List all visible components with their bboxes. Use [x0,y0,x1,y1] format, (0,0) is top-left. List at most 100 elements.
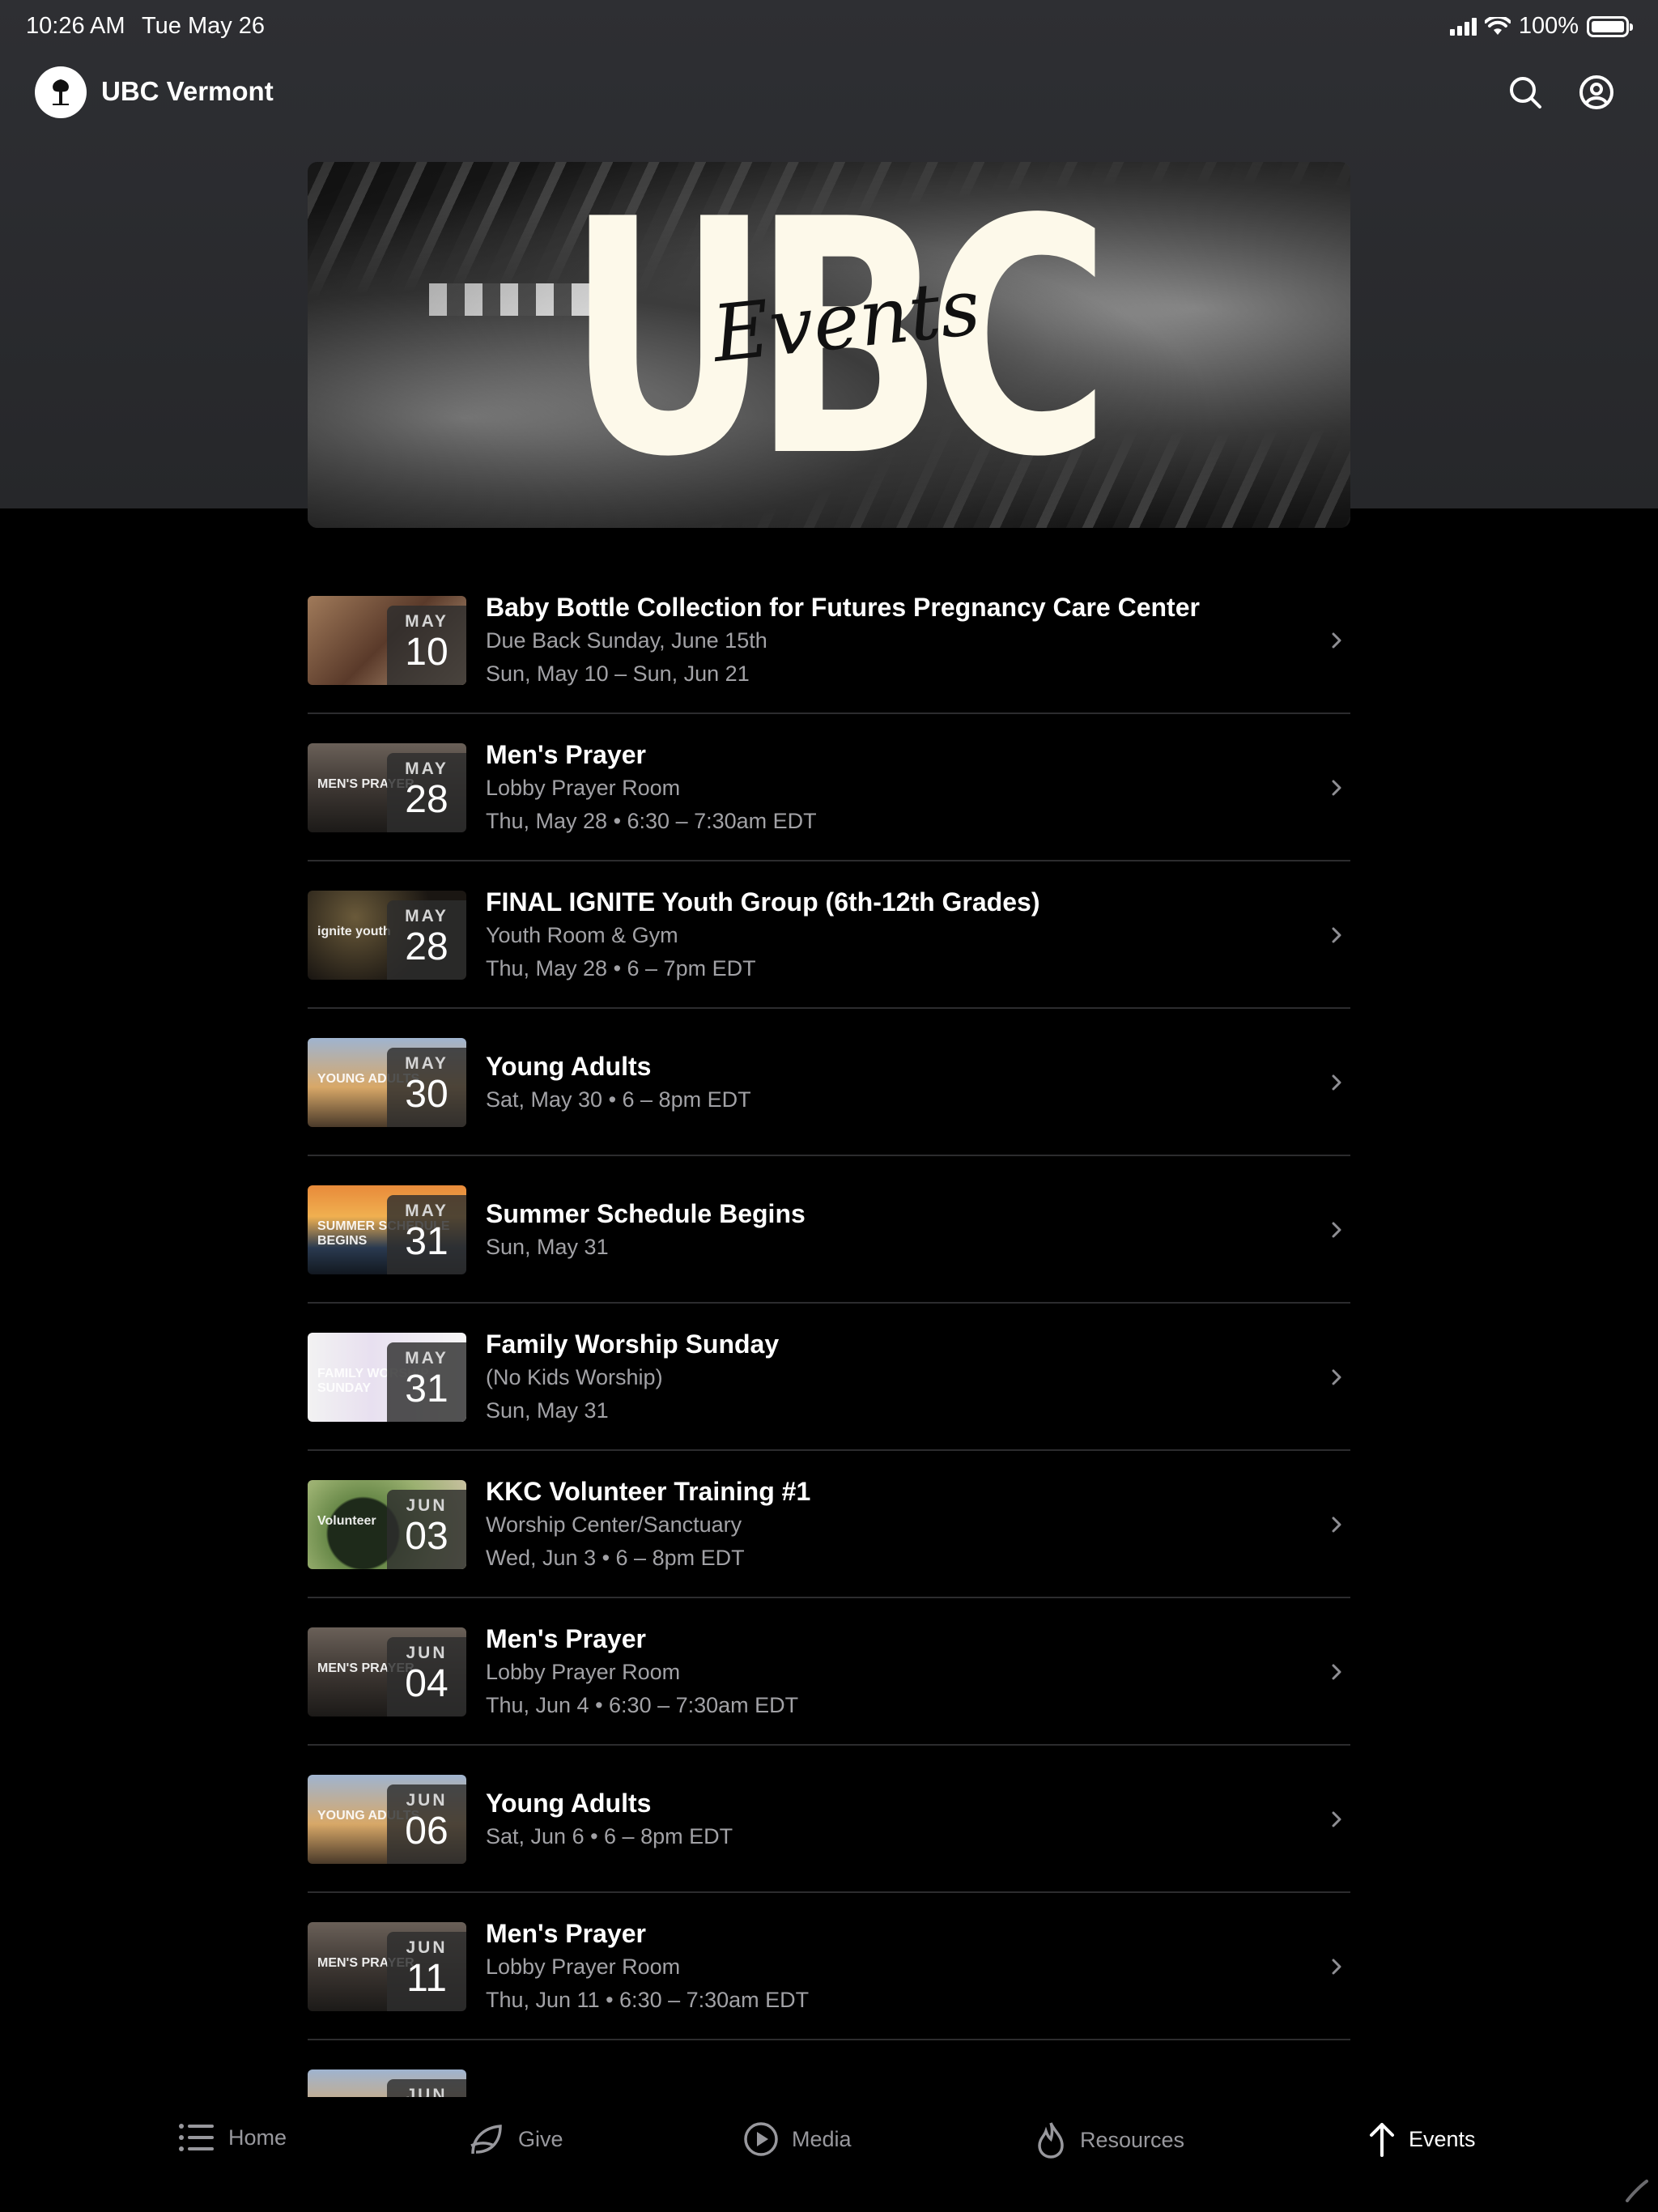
event-row[interactable]: ignite youth MAY 28 FINAL IGNITE Youth G… [308,861,1350,1009]
event-text: FINAL IGNITE Youth Group (6th-12th Grade… [486,885,1302,985]
status-indicators: 100% [1449,13,1633,40]
church-logo[interactable] [35,66,87,118]
cellular-signal-icon [1449,17,1477,36]
date-day: 31 [405,1220,449,1263]
event-thumbnail: YOUNG ADULTS JUN 06 [308,1775,466,1864]
event-detail-line: Sat, May 30 • 6 – 8pm EDT [486,1087,751,1112]
resize-handle-icon [1626,2180,1648,2202]
date-month: MAY [405,1202,449,1220]
search-icon [1510,77,1541,108]
date-badge: JUN 03 [387,1490,466,1569]
event-row[interactable]: MEN'S PRAYER JUN 11 Men's Prayer Lobby P… [308,1893,1350,2040]
event-row[interactable]: SUMMER SCHEDULE BEGINS MAY 31 Summer Sch… [308,1156,1350,1304]
event-thumbnail: MEN'S PRAYER JUN 11 [308,1922,466,2011]
event-text: Summer Schedule Begins Sun, May 31 [486,1197,1302,1264]
event-thumbnail: MAY 10 [308,596,466,685]
event-thumbnail: SUMMER SCHEDULE BEGINS MAY 31 [308,1185,466,1274]
event-row[interactable]: MAY 10 Baby Bottle Collection for Future… [308,567,1350,714]
chevron-right-icon [1332,1222,1341,1238]
event-detail-line: Due Back Sunday, June 15th [486,628,767,653]
date-month: JUN [406,1644,448,1662]
user-circle-icon [1579,75,1613,109]
event-detail-line: Lobby Prayer Room [486,776,681,800]
event-title: Men's Prayer [486,1919,646,1948]
battery-percent: 100% [1518,13,1579,39]
event-row[interactable]: FAMILY WORSHIP SUNDAY MAY 31 Family Wors… [308,1304,1350,1451]
date-day: 30 [405,1073,449,1116]
thumb-caption: Volunteer [317,1514,376,1528]
event-detail-line: Lobby Prayer Room [486,1955,681,1979]
date-day: 31 [405,1368,449,1410]
chevron-right-icon [1332,780,1341,796]
date-day: 28 [405,778,449,821]
date-day: 06 [405,1810,449,1853]
event-detail-line: Thu, Jun 4 • 6:30 – 7:30am EDT [486,1693,799,1717]
event-title: Young Adults [486,1052,652,1081]
chevron-right-icon [1332,632,1341,649]
event-text: Baby Bottle Collection for Futures Pregn… [486,590,1302,691]
date-day: 04 [405,1662,449,1705]
event-title: Summer Schedule Begins [486,1199,806,1228]
event-detail-line: Sun, May 10 – Sun, Jun 21 [486,661,750,686]
event-detail-line: Sat, Jun 6 • 6 – 8pm EDT [486,1824,733,1848]
date-day: 28 [405,925,449,968]
event-list: MAY 10 Baby Bottle Collection for Future… [308,567,1350,2188]
event-thumbnail: FAMILY WORSHIP SUNDAY MAY 31 [308,1333,466,1422]
event-text: Young Adults Sat, Jun 6 • 6 – 8pm EDT [486,1786,1302,1853]
date-month: JUN [406,1496,448,1515]
search-button[interactable] [1503,70,1548,115]
event-title: Men's Prayer [486,740,646,769]
event-title: Baby Bottle Collection for Futures Pregn… [486,593,1200,622]
event-title: KKC Volunteer Training #1 [486,1477,811,1506]
event-detail-line: Thu, Jun 11 • 6:30 – 7:30am EDT [486,1988,810,2012]
event-thumbnail: Volunteer JUN 03 [308,1480,466,1569]
event-detail-line: Sun, May 31 [486,1398,609,1423]
date-badge: MAY 10 [387,606,466,685]
date-month: MAY [405,612,449,631]
event-thumbnail: ignite youth MAY 28 [308,891,466,980]
tab-resources-label: Resources [1080,2127,1185,2152]
date-month: MAY [405,1054,449,1073]
tab-home[interactable]: Home [178,2121,287,2154]
date-month: MAY [405,907,449,925]
list-icon [179,2124,214,2151]
event-text: Family Worship Sunday (No Kids Worship) S… [486,1327,1302,1427]
event-title: Men's Prayer [486,1624,646,1653]
tab-give-label: Give [518,2126,563,2151]
event-title: Family Worship Sunday [486,1329,780,1359]
date-month: MAY [405,1349,449,1368]
chevron-right-icon [1332,1811,1341,1827]
event-detail-line: Lobby Prayer Room [486,1660,681,1684]
event-row[interactable]: MEN'S PRAYER MAY 28 Men's Prayer Lobby P… [308,714,1350,861]
event-thumbnail: YOUNG ADULTS MAY 30 [308,1038,466,1127]
give-leaf-icon [470,2125,502,2155]
profile-button[interactable] [1574,70,1619,115]
event-row[interactable]: MEN'S PRAYER JUN 04 Men's Prayer Lobby P… [308,1598,1350,1746]
chevron-right-icon [1332,1074,1341,1091]
battery-icon [1587,15,1633,37]
app-title: UBC Vermont [101,76,274,106]
event-row[interactable]: YOUNG ADULTS MAY 30 Young Adults Sat, Ma… [308,1009,1350,1156]
event-text: Men's Prayer Lobby Prayer Room Thu, Jun 4… [486,1622,1302,1722]
tab-media[interactable]: Media [743,2121,852,2157]
wifi-icon [1484,16,1511,35]
tab-bar: Home Give Media Resources Events [0,2097,1658,2212]
date-badge: JUN 11 [387,1932,466,2011]
date-badge: JUN 04 [387,1637,466,1716]
tab-resources[interactable]: Resources [1035,2121,1184,2159]
event-thumbnail: MEN'S PRAYER MAY 28 [308,743,466,832]
arrow-up-icon [1370,2123,1394,2157]
event-row[interactable]: Volunteer JUN 03 KKC Volunteer Training … [308,1451,1350,1598]
chevron-right-icon [1332,1369,1341,1385]
event-detail-line: Thu, May 28 • 6 – 7pm EDT [486,956,756,981]
app-header: UBC Vermont [0,58,1658,126]
event-row[interactable]: YOUNG ADULTS JUN 06 Young Adults Sat, Ju… [308,1746,1350,1893]
flame-icon [1038,2122,1064,2159]
event-text: KKC Volunteer Training #1 Worship Center… [486,1474,1302,1575]
tab-home-label: Home [228,2125,287,2150]
tab-events[interactable]: Events [1368,2121,1476,2157]
event-detail-line: (No Kids Worship) [486,1365,663,1389]
tab-give[interactable]: Give [468,2121,563,2157]
date-day: 10 [405,631,449,674]
event-detail-line: Worship Center/Sanctuary [486,1512,742,1537]
